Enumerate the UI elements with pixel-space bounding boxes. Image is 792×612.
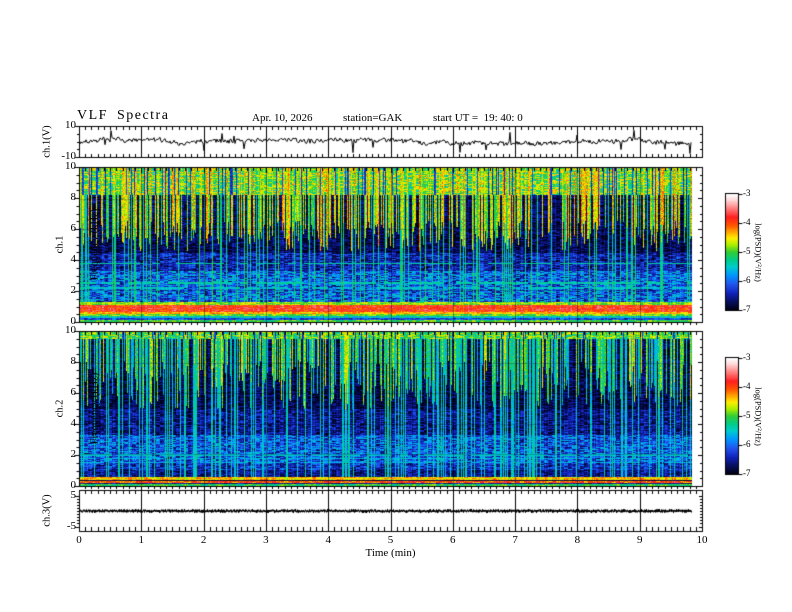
colorbar1-tick-3: -6	[743, 275, 751, 285]
x-tick-0: 0	[76, 534, 82, 546]
station-label: station=GAK	[343, 112, 403, 124]
spec2-y-tick-3: 4	[70, 417, 77, 429]
start-ut-label: start UT = 19: 40: 0	[433, 112, 523, 124]
y-axis-label-ch3v: ch.3(V)	[41, 494, 53, 527]
ch3-y-tick-0: 5	[70, 488, 77, 501]
x-tick-3: 3	[263, 534, 269, 546]
colorbar2-label: log(PSD)(V²/Hz)	[753, 387, 764, 446]
spec1-y-tick-0: 10	[65, 160, 76, 172]
date-label: Apr. 10, 2026	[252, 112, 313, 124]
y-axis-label-spec1-line2: Frequency (kHz)	[89, 208, 101, 281]
wave-y-tick-0: 10	[65, 119, 76, 131]
colorbar2-tick-0: -3	[743, 352, 751, 362]
colorbar1-tick-4: -7	[743, 304, 751, 314]
colorbar2-tick-1: -4	[743, 381, 751, 391]
spec2-y-tick-4: 2	[70, 448, 77, 460]
spec1-y-tick-1: 8	[70, 191, 77, 203]
colorbar1-tick-0: -3	[743, 188, 751, 198]
x-tick-8: 8	[574, 534, 581, 546]
colorbar2-tick-2: -5	[743, 410, 751, 420]
y-axis-label-spec2-line2: Frequency (kHz)	[89, 372, 101, 445]
vlf-spectra-figure: VLF Spectra Apr. 10, 2026 station=GAK st…	[0, 0, 792, 612]
spec1-y-tick-2: 6	[70, 222, 77, 234]
x-tick-9: 9	[636, 534, 643, 546]
x-axis-title: Time (min)	[365, 547, 416, 559]
colorbar2-tick-4: -7	[743, 468, 751, 478]
spec1-y-tick-4: 2	[70, 284, 77, 296]
x-tick-1: 1	[138, 534, 145, 546]
x-tick-2: 2	[200, 534, 207, 546]
spec2-y-tick-0: 10	[65, 324, 76, 336]
spec2-y-tick-2: 6	[70, 386, 77, 398]
spec1-y-tick-3: 4	[70, 253, 77, 265]
colorbar1-tick-2: -5	[743, 246, 751, 256]
x-tick-10: 10	[696, 534, 708, 546]
x-tick-4: 4	[325, 534, 331, 546]
colorbar1-tick-1: -4	[743, 217, 751, 227]
colorbar2-tick-3: -6	[743, 439, 751, 449]
page-title: VLF Spectra	[77, 108, 170, 123]
x-tick-5: 5	[387, 534, 394, 546]
x-tick-7: 7	[512, 534, 518, 546]
colorbar1-label: log(PSD)(V²/Hz)	[753, 223, 764, 282]
spec2-y-tick-1: 8	[70, 355, 77, 367]
ch3-y-tick-1: -5	[66, 519, 76, 532]
x-tick-6: 6	[450, 534, 456, 546]
